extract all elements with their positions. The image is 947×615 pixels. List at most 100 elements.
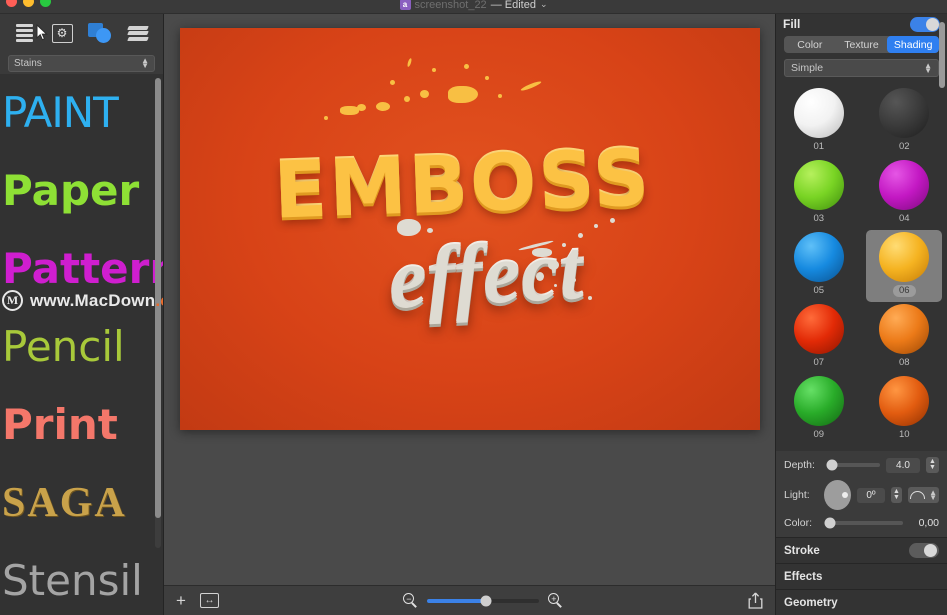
document-title: a screenshot_22 — Edited ⌄ bbox=[399, 0, 548, 11]
fit-width-icon[interactable]: ↔ bbox=[199, 593, 219, 608]
tab-shading[interactable]: Shading bbox=[887, 36, 939, 53]
swatch-07[interactable]: 07 bbox=[781, 302, 857, 374]
left-sidebar-scrollbar[interactable] bbox=[155, 78, 161, 548]
fill-toggle[interactable] bbox=[910, 16, 940, 32]
fill-title: Fill bbox=[783, 17, 801, 31]
fill-section-header: Fill bbox=[776, 14, 947, 34]
style-label: Paper bbox=[2, 166, 140, 215]
swatch-label: 01 bbox=[813, 141, 825, 152]
list-icon[interactable] bbox=[12, 22, 36, 44]
left-sidebar: ⚙ Stains ▲ ▼ PAINT Paper Pattern Pencil … bbox=[0, 14, 164, 615]
swatch-01[interactable]: 01 bbox=[781, 86, 857, 158]
minimize-window-button[interactable] bbox=[23, 0, 34, 7]
swatch-03[interactable]: 03 bbox=[781, 158, 857, 230]
stroke-toggle[interactable] bbox=[909, 543, 939, 558]
macdown-logo-icon: M bbox=[2, 290, 23, 311]
inspector-scrollbar[interactable] bbox=[939, 22, 945, 412]
document-icon: a bbox=[399, 0, 411, 10]
canvas-area[interactable]: EMBOSS effect bbox=[164, 14, 775, 585]
artwork-headline: EMBOSS bbox=[271, 133, 653, 237]
main-body: ⚙ Stains ▲ ▼ PAINT Paper Pattern Pencil … bbox=[0, 14, 947, 615]
style-label: SAGA bbox=[2, 480, 127, 526]
style-list-item[interactable]: SAGA bbox=[0, 464, 163, 542]
depth-slider[interactable] bbox=[826, 459, 880, 471]
add-icon[interactable]: + bbox=[176, 592, 186, 609]
style-label: Pattern bbox=[2, 244, 163, 293]
geometry-title: Geometry bbox=[784, 596, 838, 609]
style-label: Stensil bbox=[2, 556, 143, 605]
light-curve-select[interactable]: ▲ ▼ bbox=[908, 487, 940, 503]
arc-icon bbox=[910, 491, 926, 499]
shading-swatch-grid[interactable]: 01 02 03 04 05 06 07 08 09 10 bbox=[776, 77, 947, 451]
preset-bar: Stains ▲ ▼ bbox=[0, 52, 163, 74]
tab-texture[interactable]: Texture bbox=[836, 36, 888, 53]
swatch-label: 08 bbox=[898, 357, 910, 368]
app-window: a screenshot_22 — Edited ⌄ ⚙ Stains ▲ ▼ … bbox=[0, 0, 947, 615]
zoom-in-icon[interactable]: + bbox=[548, 593, 563, 608]
swatch-sphere bbox=[793, 376, 844, 426]
artboard[interactable]: EMBOSS effect bbox=[179, 28, 760, 430]
preset-select[interactable]: Stains ▲ ▼ bbox=[8, 54, 155, 72]
swatch-06[interactable]: 06 bbox=[866, 230, 943, 302]
swatch-sphere bbox=[879, 376, 930, 426]
color-slider[interactable] bbox=[824, 517, 903, 529]
swatch-label: 03 bbox=[813, 213, 825, 224]
canvas-column: EMBOSS effect + ↔ − + bbox=[164, 14, 775, 615]
settings-box-icon[interactable]: ⚙ bbox=[50, 22, 74, 44]
zoom-out-icon[interactable]: − bbox=[403, 593, 418, 608]
swatch-sphere bbox=[879, 304, 930, 354]
style-list-item[interactable]: Pencil bbox=[0, 308, 163, 386]
swatch-05[interactable]: 05 bbox=[781, 230, 857, 302]
shading-preset-value: Simple bbox=[791, 62, 824, 74]
swatch-label: 07 bbox=[813, 357, 825, 368]
swatch-08[interactable]: 08 bbox=[866, 302, 942, 374]
close-window-button[interactable] bbox=[6, 0, 17, 7]
shading-preset-select[interactable]: Simple ▲ ▼ bbox=[784, 59, 939, 77]
zoom-slider[interactable] bbox=[427, 595, 540, 606]
document-filename: screenshot_22 bbox=[414, 0, 487, 11]
style-label: Print bbox=[2, 400, 118, 449]
light-direction-dial[interactable] bbox=[824, 480, 852, 510]
depth-stepper[interactable]: ▲ ▼ bbox=[926, 457, 939, 473]
effects-section[interactable]: Effects bbox=[776, 563, 947, 589]
stroke-section[interactable]: Stroke bbox=[776, 537, 947, 563]
swatch-04[interactable]: 04 bbox=[866, 158, 942, 230]
swatch-sphere bbox=[879, 88, 930, 138]
color-control: Color: 0,00 bbox=[784, 517, 939, 529]
swatch-sphere bbox=[879, 160, 930, 210]
depth-value[interactable]: 4.0 bbox=[886, 457, 920, 473]
style-list-item[interactable]: PAINT bbox=[0, 74, 163, 152]
swatch-09[interactable]: 09 bbox=[781, 374, 857, 446]
tab-color[interactable]: Color bbox=[784, 36, 836, 53]
swatch-sphere bbox=[793, 304, 844, 354]
light-angle-stepper[interactable]: ▲ ▼ bbox=[890, 487, 903, 503]
geometry-section[interactable]: Geometry bbox=[776, 589, 947, 615]
light-control: Light: 0º ▲ ▼ ▲ ▼ bbox=[784, 480, 940, 510]
swatch-label: 09 bbox=[813, 429, 825, 440]
style-list-item[interactable]: Paper bbox=[0, 152, 163, 230]
document-edited-badge: — Edited bbox=[490, 0, 536, 11]
watermark-text: www.MacDown.com bbox=[30, 290, 163, 310]
share-icon[interactable] bbox=[748, 592, 763, 609]
swatch-10[interactable]: 10 bbox=[866, 374, 942, 446]
artwork-subline: effect bbox=[385, 220, 585, 328]
chevron-down-icon[interactable]: ⌄ bbox=[540, 0, 548, 10]
style-preset-list[interactable]: PAINT Paper Pattern Pencil Print SAGA St… bbox=[0, 74, 163, 615]
bottom-toolbar: + ↔ − + bbox=[164, 585, 775, 615]
swatch-sphere bbox=[793, 160, 844, 210]
swatch-sphere bbox=[879, 232, 930, 282]
window-titlebar: a screenshot_22 — Edited ⌄ bbox=[0, 0, 947, 14]
style-list-item[interactable]: Stensil bbox=[0, 542, 163, 615]
shapes-icon[interactable] bbox=[88, 22, 112, 44]
depth-label: Depth: bbox=[784, 459, 815, 471]
mouse-cursor-icon bbox=[36, 24, 48, 41]
chevron-updown-icon: ▲ ▼ bbox=[924, 61, 932, 75]
light-angle-value[interactable]: 0º bbox=[857, 487, 885, 503]
zoom-window-button[interactable] bbox=[40, 0, 51, 7]
swatch-label: 06 bbox=[892, 285, 916, 297]
swatch-sphere bbox=[793, 232, 844, 282]
layers-icon[interactable] bbox=[126, 22, 150, 44]
effects-title: Effects bbox=[784, 570, 823, 583]
style-list-item[interactable]: Print bbox=[0, 386, 163, 464]
swatch-02[interactable]: 02 bbox=[866, 86, 942, 158]
